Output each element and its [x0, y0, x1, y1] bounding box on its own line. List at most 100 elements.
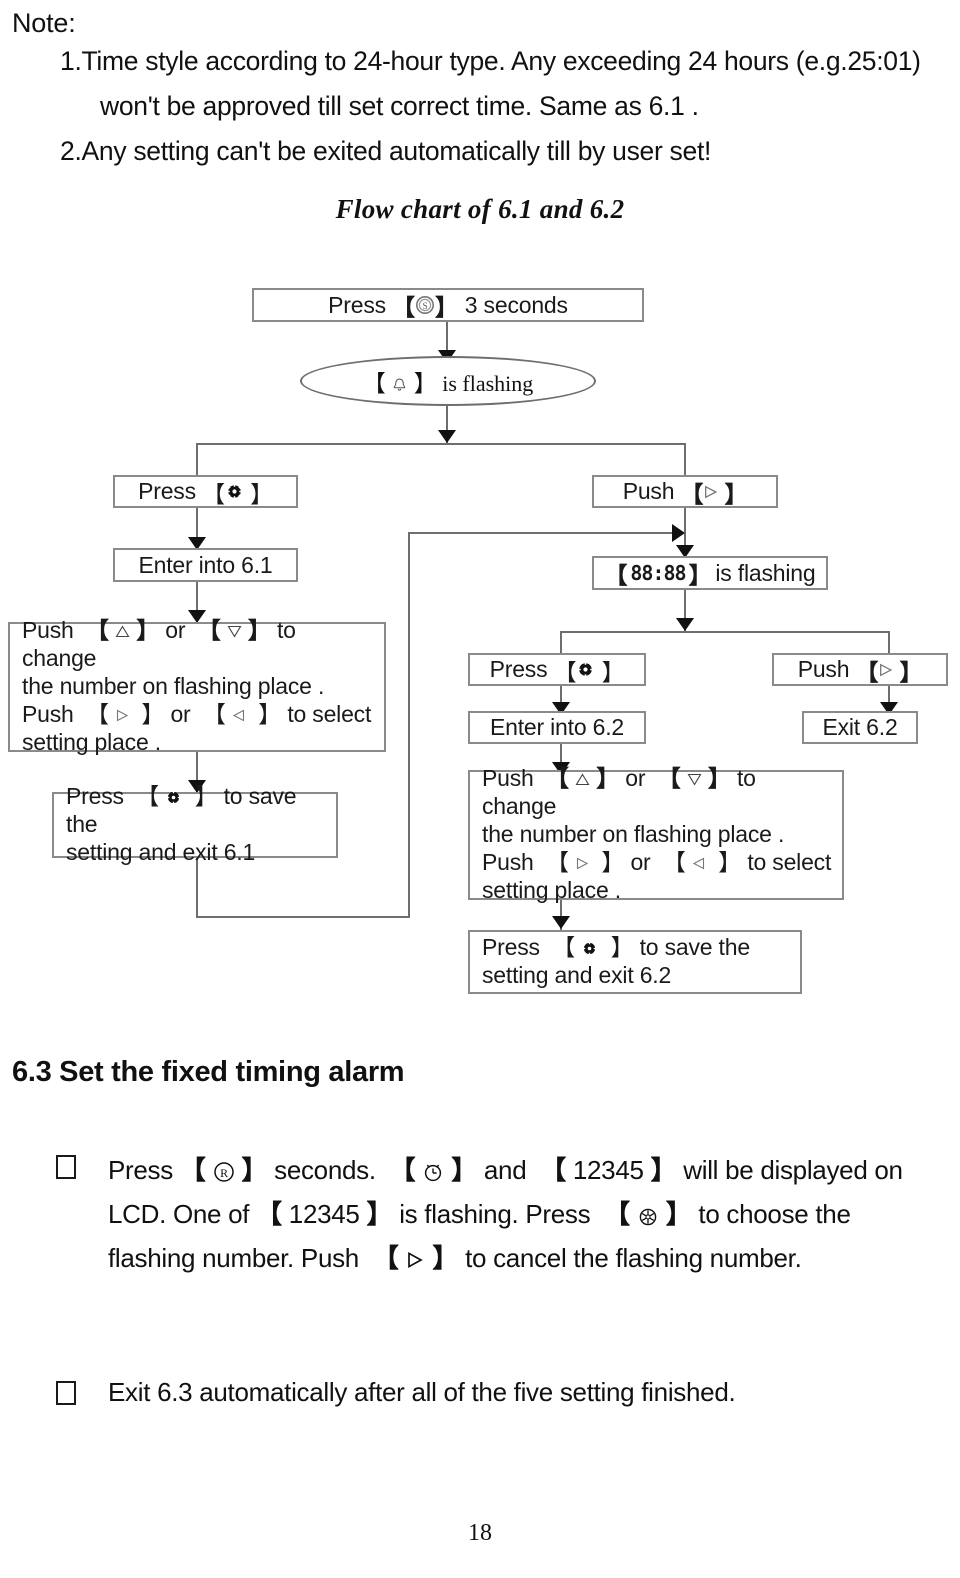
bullet1-line-3: flashing number. Push 【 】 to cancel the … [108, 1238, 802, 1275]
right-instr-line-1: Push 【 】 or 【 】 to change [482, 764, 832, 820]
left-instr-l1-a: Push [22, 616, 74, 643]
node-right-push-pre: Push [622, 478, 675, 504]
triangle-left-icon [232, 709, 246, 722]
left-instr-line-1: Push 【 】 or 【 】 to change [22, 616, 374, 672]
bracket-open: 【 [191, 616, 221, 643]
right-instr-l3-a: Push [482, 849, 534, 876]
bracket-open: 【 [195, 480, 225, 507]
bracket-close: 】 [665, 1199, 692, 1229]
bracket-close: 】 [243, 480, 273, 507]
node-press-3-seconds[interactable]: Press 【 S 】 3 seconds [252, 288, 644, 322]
connector-loop-bottom [196, 916, 410, 918]
left-instr-line-2: the number on flashing place . [22, 672, 325, 699]
bracket-close: 】 [893, 658, 923, 685]
gear-icon [165, 789, 182, 806]
page-number: 18 [468, 1520, 492, 1546]
flow-chart: Press 【 S 】 3 seconds 【 】 is flashing Pr… [0, 0, 960, 1030]
bracket-open: 【 [539, 849, 569, 876]
left-save-l1-a: Press [66, 782, 124, 809]
manual-page: Note: 1.Time style according to 24-hour … [0, 0, 960, 1578]
triangle-right-icon [878, 663, 893, 677]
bracket-close: 】 [650, 1155, 677, 1185]
node-start-post: 3 seconds [464, 291, 568, 318]
node-enter-6-2-label: Enter into 6.2 [489, 714, 624, 740]
bracket-open: 【 [256, 1199, 282, 1229]
oval-post-text: is flashing [442, 371, 534, 396]
bullet1-l2-a: LCD. One of [108, 1199, 250, 1229]
right-save-l1-a: Press [482, 933, 540, 960]
node-right-push-right[interactable]: Push 【 】 [592, 475, 778, 508]
svg-text:S: S [423, 301, 428, 311]
bell-icon [391, 377, 408, 394]
bracket-open: 【 [546, 933, 575, 960]
gear-icon [581, 940, 598, 957]
bullet1-l1-a: Press [108, 1155, 173, 1185]
left-instr-l3-c: to select [287, 701, 372, 728]
bracket-close: 】 [596, 764, 620, 791]
bracket-close: 】 [595, 849, 625, 876]
connector-split-bar-top [196, 443, 686, 445]
right-instr-line-3: Push 【 】 or 【 】 to select [482, 848, 832, 876]
bracket-close: 】 [252, 701, 282, 728]
node-exit-6-2: Exit 6.2 [802, 711, 918, 744]
bullet1-l3-b: to cancel the flashing number. [465, 1243, 802, 1273]
snowflake-icon [637, 1205, 659, 1227]
right-instr-text: Push 【 】 or 【 】 to change the number on … [482, 764, 832, 904]
left-instr-text: Push 【 】 or 【 】 to change the number on … [22, 616, 374, 756]
arrow-right-instr-to-save [552, 916, 570, 929]
arrow-flash-to-split [676, 618, 694, 631]
bracket-open: 【 [385, 294, 415, 320]
bullet1-l3-a: flashing number. Push [108, 1243, 359, 1273]
bracket-open: 【 [674, 480, 704, 507]
section-heading-6-3: 6.3 Set the fixed timing alarm [12, 1056, 405, 1088]
node-left-press-pre: Press [138, 478, 196, 504]
bracket-close: 】 [432, 1243, 459, 1273]
right-instr-line-2: the number on flashing place . [482, 820, 785, 847]
bracket-open: 【 [79, 701, 109, 728]
connector-split-left-drop [196, 443, 198, 475]
node-left-save-exit: Press 【 】 to save the setting and exit 6… [52, 783, 338, 865]
bracket-open: 【 [130, 782, 159, 809]
bullet-checkbox-1 [56, 1155, 76, 1179]
alarm-clock-icon [422, 1161, 444, 1183]
node-right-instructions: Push 【 】 or 【 】 to change the number on … [468, 765, 844, 903]
triangle-right-icon [703, 485, 718, 499]
node-start-pre: Press [328, 291, 386, 318]
bracket-open: 【 [539, 764, 569, 791]
node-mid-press-gear[interactable]: Press 【 】 [468, 653, 646, 686]
bullet1-value-12345: 12345 [572, 1155, 644, 1185]
bracket-open: 【 [597, 1199, 630, 1229]
bracket-open: 【 [79, 616, 109, 643]
bracket-close: 】 [707, 764, 731, 791]
bracket-close: 】 [688, 562, 712, 588]
gear-icon [225, 482, 244, 501]
bullet1-value-12345-2: 12345 [288, 1199, 360, 1229]
node-mid-push-right[interactable]: Push 【 】 [772, 653, 948, 686]
oval-content: 【 】 is flashing [363, 364, 534, 398]
node-left-press-gear[interactable]: Press 【 】 [113, 475, 298, 508]
node-enter-6-1-label: Enter into 6.1 [138, 551, 273, 578]
left-save-line-1: Press 【 】 to save the [66, 782, 326, 838]
bracket-open: 【 [604, 562, 628, 588]
lcd-time-value: 88:88 [630, 561, 686, 585]
bullet1-line-2: LCD. One of 【 12345 】 is flashing. Press… [108, 1194, 851, 1231]
bracket-close: 】 [434, 294, 458, 320]
bullet-checkbox-2 [56, 1381, 76, 1405]
bracket-close: 】 [413, 371, 437, 396]
node-time-is-flashing: 【 88:88 】 is flashing [592, 556, 828, 590]
right-instr-l1-a: Push [482, 764, 534, 791]
node-exit-6-2-label: Exit 6.2 [822, 714, 898, 740]
bracket-close: 】 [188, 782, 218, 809]
right-instr-l3-c: to select [747, 849, 832, 876]
bullet1-l2-c: to choose the [698, 1199, 851, 1229]
connector-split-mid-left-drop [560, 631, 562, 653]
triangle-right-boxed-icon [405, 1250, 425, 1270]
node-bell-is-flashing: 【 】 is flashing [300, 356, 596, 406]
connector-split-right-drop [684, 443, 686, 475]
circled-s-icon: S [415, 295, 435, 315]
bracket-close: 】 [595, 658, 625, 685]
svg-text:R: R [220, 1166, 228, 1180]
bracket-open: 【 [533, 1155, 566, 1185]
bullet1-l1-d: will be displayed on [683, 1155, 903, 1185]
bracket-close: 】 [604, 933, 634, 960]
